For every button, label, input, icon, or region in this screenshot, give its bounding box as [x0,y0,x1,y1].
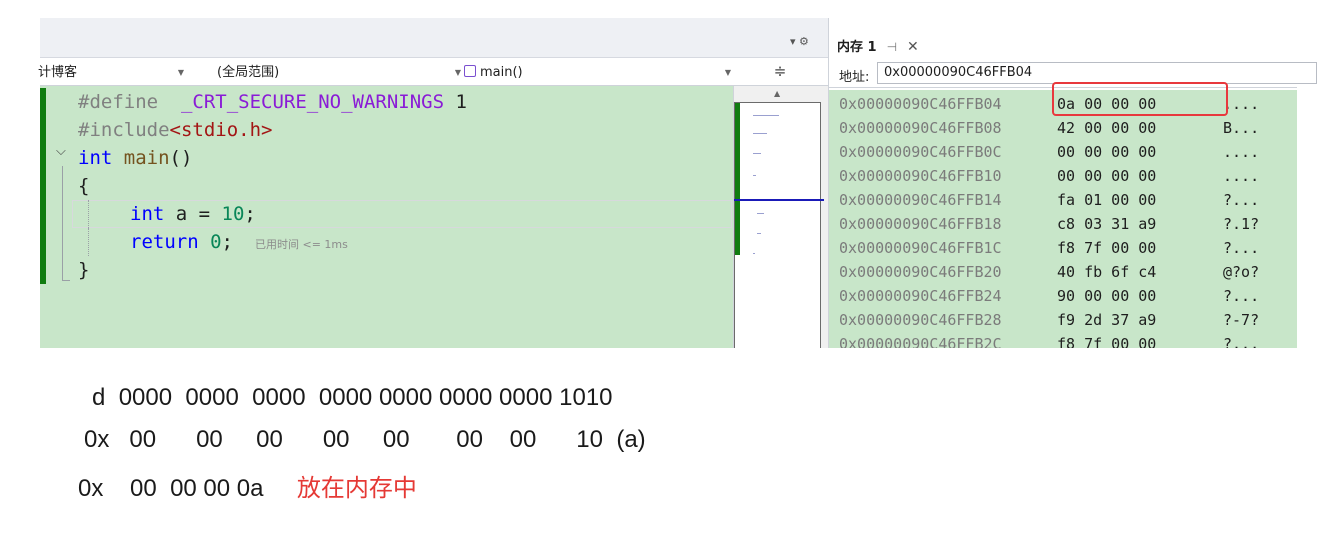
minimap-line [753,153,761,154]
pin-icon[interactable]: ⊣ [887,40,897,54]
minimap-change-bar [735,103,740,255]
code-line-2: #include<stdio.h> [78,119,273,141]
memory-row: 0x00000090C46FFB28 f9 2d 37 a9 ?-7? [839,311,1260,329]
memory-row: 0x00000090C46FFB2C f8 7f 00 00?... [839,335,1260,348]
editor-top-strip: ▾ ⚙ [40,18,828,58]
code-line-5: int a = 10; [130,203,256,225]
code-line-3: int main() [78,147,193,169]
code-editor[interactable]: ⌵ #define _CRT_SECURE_NO_WARNINGS 1 #inc… [40,86,733,348]
function-dropdown[interactable]: main() ▼ [460,63,735,83]
close-icon[interactable]: ✕ [907,39,919,55]
navigation-bar: 计博客 ▼ (全局范围) ▼ main() ▼ ≑ [38,60,828,86]
minimap-line [757,233,761,234]
split-window-button[interactable]: ≑ [770,62,790,80]
memory-row: 0x00000090C46FFB24 90 00 00 00?... [839,287,1260,305]
fold-guide-end [62,280,70,281]
address-label: 地址: [839,70,870,85]
code-line-6: return 0; 已用时间 <= 1ms [130,231,348,253]
code-line-7: } [78,259,90,281]
memory-row: 0x00000090C46FFB0C 00 00 00 00.... [839,143,1260,161]
address-input[interactable]: 0x00000090C46FFB04 [877,62,1317,84]
memory-row: 0x00000090C46FFB18 c8 03 31 a9 ?.1? [839,215,1260,233]
minimap-scroll-marker [734,199,824,201]
ide-window: ▾ ⚙ 计博客 ▼ (全局范围) ▼ main() ▼ ≑ ⌵ #define … [38,18,1317,348]
memory-row: 0x00000090C46FFB14 fa 01 00 00?... [839,191,1260,209]
minimap-line [753,115,779,116]
editor-scrollbar[interactable]: ▲ [733,86,828,348]
fold-toggle-icon[interactable]: ⌵ [56,144,66,159]
code-minimap[interactable] [734,102,824,348]
hex-note: 0x 00 00 00 00 00 00 00 10 (a) [84,426,646,453]
memory-window: 内存 1 ⊣ ✕ 地址: 0x00000090C46FFB04 0x00000090… [828,18,1317,348]
minimap-line [757,213,764,214]
memory-row: 0x00000090C46FFB08 42 00 00 00 B... [839,119,1260,137]
annotation-highlight-box [1052,82,1228,116]
fold-guide [62,166,63,280]
memory-row: 0x00000090C46FFB1C f8 7f 00 00?... [839,239,1260,257]
chevron-down-icon: ▼ [177,68,184,77]
tab-memory-1[interactable]: 内存 1 ⊣ ✕ [837,36,919,55]
change-tracking-bar [40,88,46,284]
memory-grid: 0x00000090C46FFB04 0a 00 00 00.... 0x0000… [829,90,1297,348]
minimap-line [753,133,767,134]
indent-guide [88,228,89,256]
window-options-button[interactable]: ▾ ⚙ [790,35,809,48]
memory-row: 0x00000090C46FFB10 00 00 00 00.... [839,167,1260,185]
memory-row: 0x00000090C46FFB20 40 fb 6f c4 @?o? [839,263,1260,281]
code-line-4: { [78,175,90,197]
function-cube-icon [464,65,476,77]
project-dropdown-label: 计博客 [38,65,78,80]
binary-note: d 0000 0000 0000 0000 0000 0000 0000 101… [92,384,613,411]
code-line-1: #define _CRT_SECURE_NO_WARNINGS 1 [78,91,467,113]
tab-memory-1-label: 内存 1 [837,40,877,55]
memory-order-red-label: 放在内存中 [296,474,417,502]
memory-order-note: 0x 00 00 00 0a 放在内存中 [78,474,417,502]
chevron-down-icon: ▼ [724,68,731,77]
project-dropdown[interactable]: 计博客 ▼ [38,63,188,83]
indent-guide [88,200,89,228]
scope-dropdown-label: (全局范围) [217,65,280,80]
minimap-line [753,175,756,176]
function-dropdown-label: main() [480,65,523,80]
minimap-line [753,253,755,254]
perf-tip: 已用时间 <= 1ms [255,238,348,251]
scope-dropdown[interactable]: (全局范围) ▼ [215,63,465,83]
scroll-up-icon[interactable]: ▲ [774,89,780,98]
